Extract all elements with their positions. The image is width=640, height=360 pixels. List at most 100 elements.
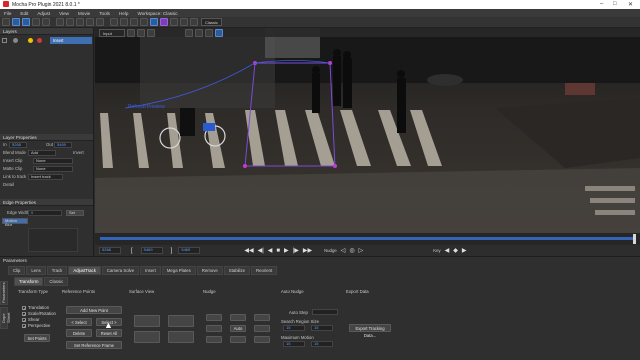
nudge-auto-button[interactable]: Auto	[230, 325, 246, 332]
track-forward-icon[interactable]: ▶▶	[303, 247, 312, 254]
view-select[interactable]: Input	[99, 28, 125, 37]
invert-label[interactable]: Invert	[73, 149, 84, 157]
view-toggle-icon[interactable]	[127, 28, 135, 37]
step-back-icon[interactable]: ◀|	[258, 247, 264, 254]
menu-help[interactable]: Help	[119, 11, 128, 16]
scale-rotation-checkbox[interactable]: ✓ Scale/Rotation	[22, 311, 56, 316]
nudge-down-right-button[interactable]	[254, 336, 270, 343]
layer-matte-icon[interactable]	[37, 38, 42, 43]
rotate-icon[interactable]	[130, 18, 138, 26]
menu-adjust[interactable]: Adjust	[37, 11, 50, 16]
tab-reorient[interactable]: Reorient	[251, 266, 278, 275]
set-reference-frame-button[interactable]: Set Reference Frame	[66, 341, 122, 349]
menu-view[interactable]: View	[59, 11, 69, 16]
rectangle-tool-icon[interactable]	[86, 18, 94, 26]
timeline[interactable]	[95, 233, 640, 245]
side-tab-parameters[interactable]: Parameters	[0, 281, 8, 305]
tab-insert[interactable]: Insert	[140, 266, 161, 275]
export-tracking-data-button[interactable]: Export Tracking Data...	[349, 324, 391, 338]
nudge-down-button[interactable]	[230, 336, 246, 343]
nudge-down-left-button[interactable]	[206, 336, 222, 343]
start-frame-field[interactable]: 5268	[99, 247, 121, 254]
in-field[interactable]: 5268	[9, 142, 27, 148]
end-frame-field[interactable]: 5469	[178, 247, 201, 254]
nudge-left-icon[interactable]: ◁	[341, 247, 346, 254]
play-back-icon[interactable]: ◀	[268, 247, 273, 254]
stop-icon[interactable]: ■	[276, 248, 280, 254]
layer-visibility-icon[interactable]	[2, 38, 7, 43]
edge-width-field[interactable]: 0	[28, 210, 62, 216]
nudge-up-button[interactable]	[230, 314, 246, 321]
nudge-up-left-button[interactable]	[206, 314, 222, 321]
tab-camera-solve[interactable]: Camera Solve	[101, 266, 140, 275]
mattes-icon[interactable]	[180, 18, 188, 26]
set-points-button[interactable]: Set Points	[24, 334, 50, 342]
select-prev-button[interactable]: < Select	[66, 318, 92, 326]
motion-blur-button[interactable]: Motion Blur	[2, 218, 28, 227]
tab-stabilize[interactable]: Stabilize	[223, 266, 250, 275]
layers-view-icon[interactable]	[190, 18, 198, 26]
maximize-icon[interactable]: □	[613, 1, 617, 7]
subtab-transform[interactable]: Transform	[14, 277, 44, 286]
track-backward-icon[interactable]: ◀◀	[244, 247, 253, 254]
workspace-select[interactable]: Classic	[201, 18, 222, 26]
translation-checkbox[interactable]: ✓ Translation	[22, 305, 49, 310]
tab-track[interactable]: Track	[46, 266, 68, 275]
auto-step-field[interactable]	[312, 309, 338, 315]
add-new-point-button[interactable]: Add New Point	[66, 306, 122, 314]
side-tab-dope-sheet[interactable]: Dope Sheet	[0, 307, 11, 329]
surface-corner-tl-button[interactable]	[134, 315, 160, 327]
menu-edit[interactable]: Edit	[20, 11, 28, 16]
surface-corner-tr-button[interactable]	[168, 315, 194, 327]
menu-workspace[interactable]: Workspace: Classic	[137, 11, 177, 16]
insert-view-icon[interactable]	[160, 18, 168, 26]
menu-file[interactable]: File	[4, 11, 11, 16]
subtab-classic[interactable]: Classic	[44, 277, 69, 286]
out-field[interactable]: 5469	[54, 142, 72, 148]
s-button-icon[interactable]	[150, 18, 158, 26]
insert-clip-select[interactable]: None	[33, 158, 73, 164]
detail-label[interactable]: Detail	[3, 182, 14, 187]
edge-set-button[interactable]: Set	[66, 210, 84, 216]
add-key-icon[interactable]: ◆	[453, 247, 458, 254]
xspline-tool-icon[interactable]	[56, 18, 64, 26]
menu-tools[interactable]: Tools	[99, 11, 110, 16]
playhead-handle[interactable]	[633, 234, 636, 244]
in-point-icon[interactable]: [	[131, 248, 133, 254]
clip-select-icon[interactable]	[185, 28, 193, 37]
color-icon[interactable]	[195, 28, 203, 37]
nudge-up-right-button[interactable]	[254, 314, 270, 321]
hand-icon[interactable]	[42, 18, 50, 26]
surface-corner-bl-button[interactable]	[134, 331, 160, 343]
add-point-icon[interactable]	[76, 18, 84, 26]
render-icon[interactable]	[215, 28, 223, 37]
grid-icon[interactable]	[170, 18, 178, 26]
pointer-tool-icon[interactable]	[12, 18, 20, 26]
tab-adjusttrack[interactable]: AdjustTrack	[68, 266, 101, 275]
link-icon[interactable]	[110, 18, 118, 26]
viewer-canvas[interactable]	[95, 28, 640, 233]
link-track-select[interactable]: Insert track	[28, 174, 63, 180]
select-points-icon[interactable]	[22, 18, 30, 26]
menu-movie[interactable]: Movie	[78, 11, 90, 16]
nudge-right-button[interactable]	[254, 325, 270, 332]
ellipse-tool-icon[interactable]	[96, 18, 104, 26]
tab-lens[interactable]: Lens	[26, 266, 46, 275]
select-tool-icon[interactable]	[2, 18, 10, 26]
surface-icon[interactable]	[140, 18, 148, 26]
surface-corner-br-button[interactable]	[168, 331, 194, 343]
transform-icon[interactable]	[120, 18, 128, 26]
matte-clip-select[interactable]: None	[33, 166, 73, 172]
magnify-icon[interactable]	[32, 18, 40, 26]
layer-color-icon[interactable]	[28, 38, 33, 43]
close-icon[interactable]: ✕	[628, 1, 633, 8]
layer-lock-icon[interactable]	[13, 38, 18, 43]
proxy-icon[interactable]	[205, 28, 213, 37]
timeline-track[interactable]	[100, 237, 635, 240]
current-frame-field[interactable]: 5469	[140, 247, 163, 254]
search-x-field[interactable]: 15	[283, 325, 305, 331]
step-forward-icon[interactable]: |▶	[293, 247, 299, 254]
tab-mega-plates[interactable]: Mega Plates	[161, 266, 196, 275]
tab-clip[interactable]: Clip	[8, 266, 26, 275]
layer-item[interactable]: Insert	[50, 37, 92, 44]
